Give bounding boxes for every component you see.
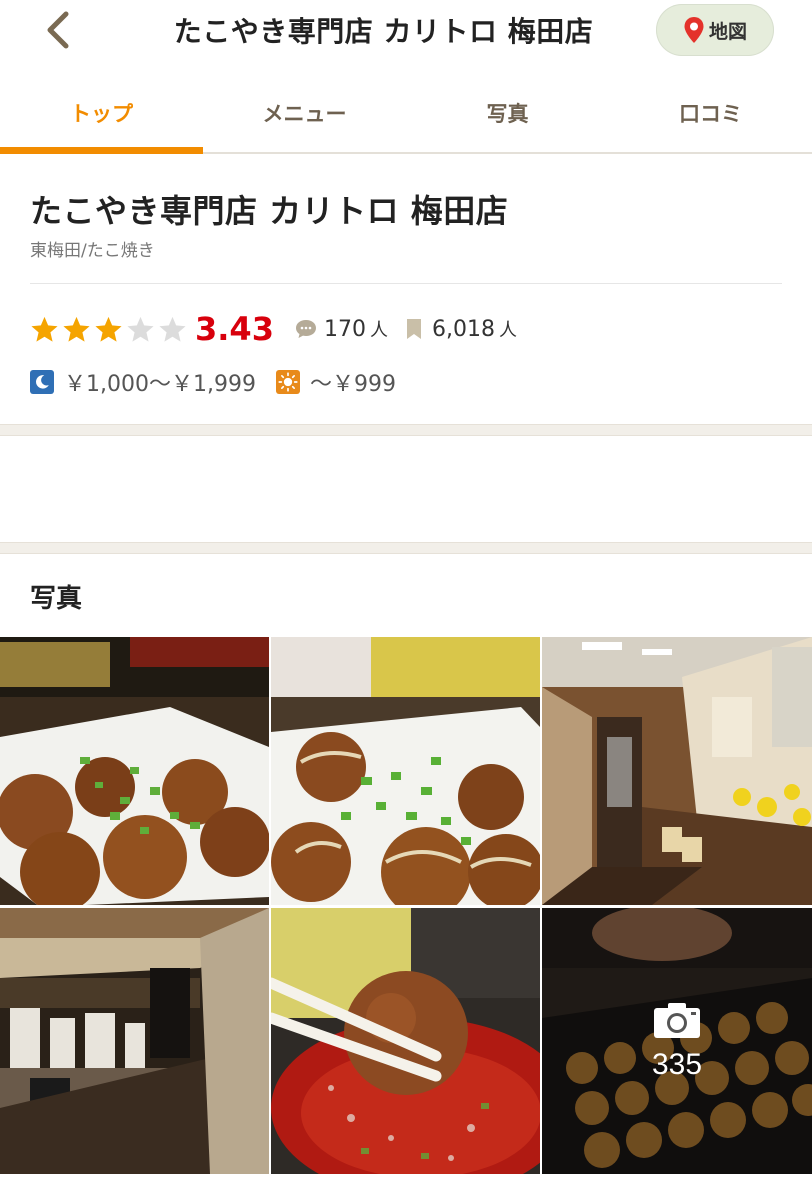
more-photos-count: 335	[651, 1048, 703, 1081]
review-count-unit: 人	[369, 320, 388, 341]
section-separator	[0, 542, 812, 554]
takoyaki-grill-photo[interactable]: 335	[542, 908, 812, 1174]
section-separator	[0, 424, 812, 436]
photos-section-title: 写真	[30, 584, 83, 614]
lunch-price: ～￥999	[309, 372, 396, 397]
star-icon	[31, 316, 58, 342]
takoyaki-mayo-photo[interactable]	[271, 637, 540, 905]
shop-area-genre: 東梅田/たこ焼き	[30, 241, 155, 261]
divider	[30, 283, 782, 284]
counter-interior-photo[interactable]	[0, 908, 269, 1174]
moon-icon	[30, 370, 54, 394]
photo-grid: 335	[0, 637, 812, 1175]
speech-bubble-icon	[295, 320, 316, 338]
map-pin-icon	[684, 17, 704, 43]
star-icon	[63, 316, 90, 342]
blank-card	[0, 437, 812, 544]
takoyaki-plate-photo[interactable]	[0, 637, 269, 905]
dinner-price: ￥1,000～￥1,999	[64, 372, 256, 397]
star-rating	[30, 315, 187, 344]
star-icon	[159, 316, 186, 342]
back-button[interactable]	[38, 8, 78, 52]
sun-icon	[275, 370, 300, 394]
tab-menu[interactable]: メニュー	[203, 78, 406, 152]
tab-photos[interactable]: 写真	[406, 78, 609, 152]
rating-score: 3.43	[195, 310, 274, 348]
takoyaki-chopsticks-photo[interactable]	[271, 908, 540, 1174]
review-count[interactable]: 170	[324, 317, 366, 342]
more-photos-overlay[interactable]: 335	[542, 908, 812, 1174]
bookmark-count[interactable]: 6,018	[432, 317, 495, 342]
chevron-left-icon	[47, 11, 69, 49]
bookmark-count-unit: 人	[498, 320, 517, 341]
bookmark-icon	[406, 319, 421, 339]
shop-name: たこやき専門店 カリトロ 梅田店	[30, 192, 509, 230]
tab-bar: トップ メニュー 写真 口コミ	[0, 78, 812, 154]
header-title: たこやき専門店 カリトロ 梅田店	[173, 15, 594, 48]
tab-top[interactable]: トップ	[0, 78, 203, 154]
price-row: ￥1,000～￥1,999 ～￥999	[30, 362, 416, 402]
map-button-label: 地図	[708, 20, 747, 43]
app-header: たこやき専門店 カリトロ 梅田店 地図	[0, 0, 812, 62]
star-icon	[95, 316, 122, 342]
camera-icon	[654, 1003, 700, 1038]
star-icon	[127, 316, 154, 342]
shop-interior-photo[interactable]	[542, 637, 812, 905]
tab-reviews[interactable]: 口コミ	[609, 78, 812, 152]
rating-row: 3.43 170 人 6,018 人	[30, 307, 531, 351]
map-button[interactable]: 地図	[656, 4, 774, 56]
